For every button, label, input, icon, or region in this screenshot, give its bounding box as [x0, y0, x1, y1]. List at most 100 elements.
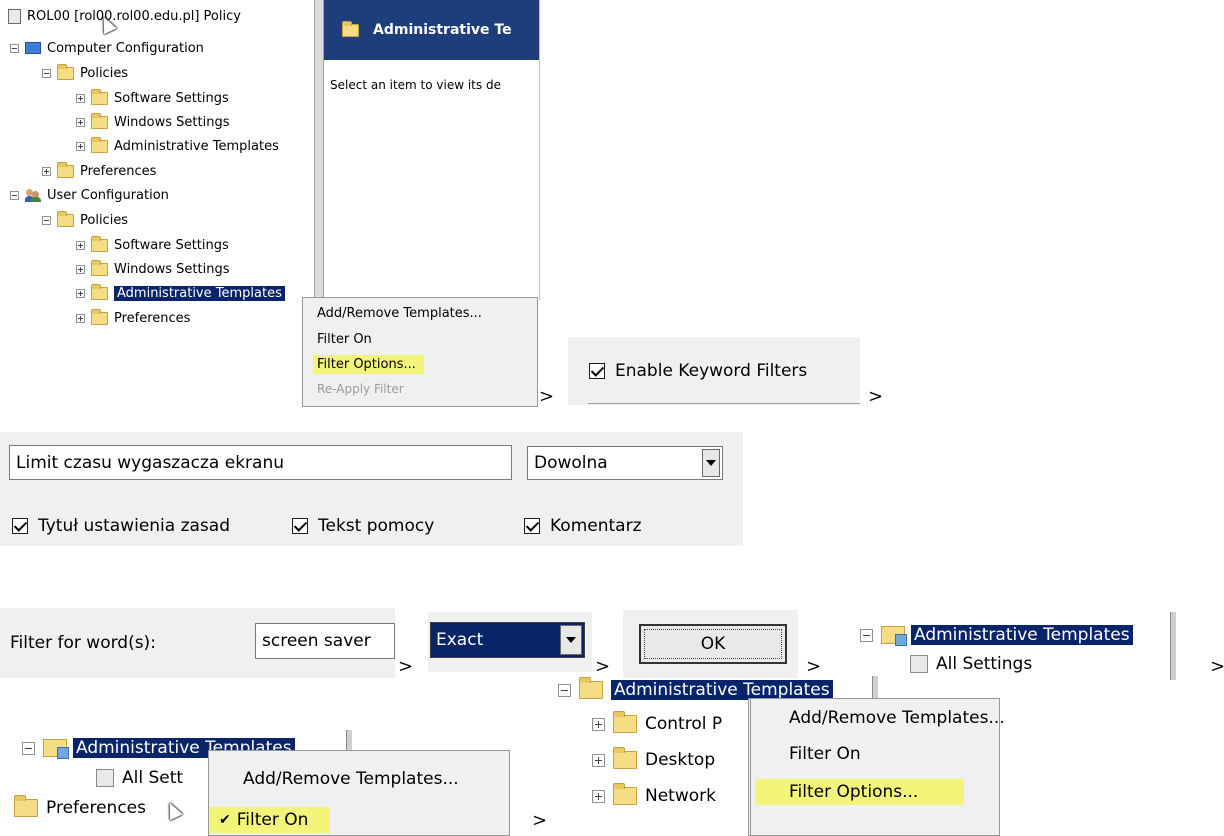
checkbox-checked-icon[interactable]: [524, 518, 540, 534]
opt-help-label: Tekst pomocy: [318, 516, 435, 536]
checkbox-checked-icon[interactable]: [12, 518, 28, 534]
opt-title-label: Tytuł ustawienia zasad: [38, 516, 230, 536]
expand-icon[interactable]: [592, 717, 605, 731]
tree-item-cc-admin[interactable]: Administrative Templates: [76, 134, 279, 158]
filtered-folder-icon: [881, 626, 907, 646]
tree-item-uc-admin[interactable]: Administrative Templates: [76, 281, 285, 305]
expand-icon[interactable]: [76, 313, 85, 323]
tree-item-admin-templates-filtered[interactable]: Administrative Templates: [860, 625, 1133, 646]
tree-item-preferences[interactable]: Preferences: [14, 795, 146, 818]
dropdown-button[interactable]: [560, 625, 582, 655]
collapse-icon[interactable]: [42, 215, 51, 225]
enable-keyword-filters-checkbox[interactable]: Enable Keyword Filters: [589, 361, 807, 381]
pane-splitter[interactable]: [1170, 612, 1176, 680]
collapse-icon[interactable]: [558, 683, 571, 697]
tree-item-all-settings[interactable]: All Settings: [910, 654, 1032, 674]
tree-item-label: Control P: [645, 714, 723, 734]
opt-comment-checkbox[interactable]: Komentarz: [524, 516, 642, 536]
checkbox-checked-icon[interactable]: [589, 363, 605, 379]
folder-icon: [91, 235, 108, 252]
expand-icon[interactable]: [76, 117, 85, 127]
collapse-icon[interactable]: [860, 628, 873, 642]
menu-item-add-remove-templates[interactable]: Add/Remove Templates...: [317, 306, 482, 321]
tree-root[interactable]: ROL00 [rol00.rol00.edu.pl] Policy: [8, 6, 241, 26]
expand-icon[interactable]: [592, 753, 605, 767]
divider: [588, 403, 860, 404]
tree-item-label-selected: Administrative Templates: [114, 285, 285, 301]
step-arrow: >: [1210, 656, 1224, 677]
tree-item-control-panel[interactable]: Control P: [592, 711, 723, 734]
checkmark-icon: ✔: [219, 812, 231, 828]
menu-item-filter-on-checked[interactable]: ✔ Filter On: [209, 807, 331, 833]
enable-keyword-filters-label: Enable Keyword Filters: [615, 361, 808, 381]
tree-item-cc-software[interactable]: Software Settings: [76, 86, 229, 110]
ok-button[interactable]: OK: [639, 624, 787, 664]
menu-item-filter-options[interactable]: Filter Options...: [313, 355, 424, 374]
menu-item-filter-on[interactable]: Filter On: [789, 744, 861, 764]
context-menu-items: Add/Remove Templates... Filter On Filter…: [750, 698, 1005, 836]
tree-item-user-configuration[interactable]: User Configuration: [10, 183, 169, 207]
tree-item-label: Administrative Templates: [114, 138, 279, 154]
expand-icon[interactable]: [76, 264, 85, 274]
folder-icon: [14, 795, 38, 817]
collapse-icon[interactable]: [42, 68, 51, 78]
tree-item-admin-templates[interactable]: Administrative Templates: [558, 677, 833, 700]
match-type-value: Exact: [436, 630, 484, 650]
tree-item-cc-preferences[interactable]: Preferences: [42, 159, 156, 183]
expand-icon[interactable]: [42, 166, 51, 176]
tree-item-label: Windows Settings: [114, 114, 230, 130]
match-exact-panel: Exact: [428, 612, 592, 672]
keyword-filter-panel-pl: Dowolna Tytuł ustawienia zasad Tekst pom…: [0, 432, 743, 546]
checkbox-checked-icon[interactable]: [292, 518, 308, 534]
tree-item-all-settings[interactable]: All Sett: [96, 768, 183, 788]
tree-item-label: Computer Configuration: [47, 40, 204, 56]
tree-item-uc-software[interactable]: Software Settings: [76, 233, 229, 257]
tree-item-cc-windows[interactable]: Windows Settings: [76, 110, 229, 134]
step-arrow: >: [398, 656, 414, 677]
tree-item-network[interactable]: Network: [592, 783, 716, 806]
opt-title-checkbox[interactable]: Tytuł ustawienia zasad: [12, 516, 230, 536]
folder-icon: [91, 136, 108, 153]
expand-icon[interactable]: [592, 789, 605, 803]
opt-help-checkbox[interactable]: Tekst pomocy: [292, 516, 434, 536]
match-type-select[interactable]: Dowolna: [527, 446, 723, 480]
filter-on-panel: Administrative Templates All Sett Prefer…: [0, 730, 520, 836]
expand-icon[interactable]: [76, 240, 85, 250]
expand-icon[interactable]: [76, 141, 85, 151]
menu-item-reapply-filter[interactable]: Re-Apply Filter: [317, 382, 404, 396]
step-arrow: >: [868, 386, 884, 407]
tree-item-label: Software Settings: [114, 237, 229, 253]
pane-splitter[interactable]: [314, 0, 324, 300]
dropdown-button[interactable]: [702, 449, 720, 477]
tree-item-computer-configuration[interactable]: Computer Configuration: [10, 36, 204, 60]
collapse-icon[interactable]: [22, 741, 35, 755]
collapse-icon[interactable]: [10, 190, 19, 200]
context-menu: Add/Remove Templates... Filter On Filter…: [302, 297, 538, 407]
tree-item-label: Preferences: [80, 163, 157, 179]
filter-word-panel: Filter for word(s):: [0, 608, 395, 678]
tree-item-uc-windows[interactable]: Windows Settings: [76, 257, 229, 281]
context-menu: Add/Remove Templates... ✔ Filter On: [208, 750, 510, 836]
menu-item-add-remove-templates[interactable]: Add/Remove Templates...: [243, 769, 459, 789]
tree-item-desktop[interactable]: Desktop: [592, 747, 715, 770]
tree-item-uc-preferences[interactable]: Preferences: [76, 306, 190, 330]
detail-header: Administrative Te: [324, 0, 539, 60]
keyword-input[interactable]: [9, 445, 512, 480]
gpmc-tree-panel: ROL00 [rol00.rol00.edu.pl] Policy Comput…: [0, 0, 320, 335]
folder-icon: [579, 677, 603, 699]
expand-icon[interactable]: [76, 93, 85, 103]
filter-words-input[interactable]: [255, 623, 395, 659]
collapse-icon[interactable]: [10, 43, 19, 53]
menu-item-filter-options[interactable]: Filter Options...: [755, 779, 965, 805]
match-type-select-exact[interactable]: Exact: [430, 622, 585, 658]
all-settings-icon: [96, 769, 114, 787]
step-arrow: >: [595, 656, 611, 677]
tree-item-cc-policies[interactable]: Policies: [42, 61, 128, 85]
expand-icon[interactable]: [76, 288, 85, 298]
menu-item-add-remove-templates[interactable]: Add/Remove Templates...: [789, 708, 1005, 728]
folder-icon: [613, 711, 637, 733]
match-type-value: Dowolna: [534, 453, 608, 473]
menu-item-label: Filter On: [236, 810, 309, 830]
tree-item-uc-policies[interactable]: Policies: [42, 208, 128, 232]
menu-item-filter-on[interactable]: Filter On: [317, 332, 372, 347]
